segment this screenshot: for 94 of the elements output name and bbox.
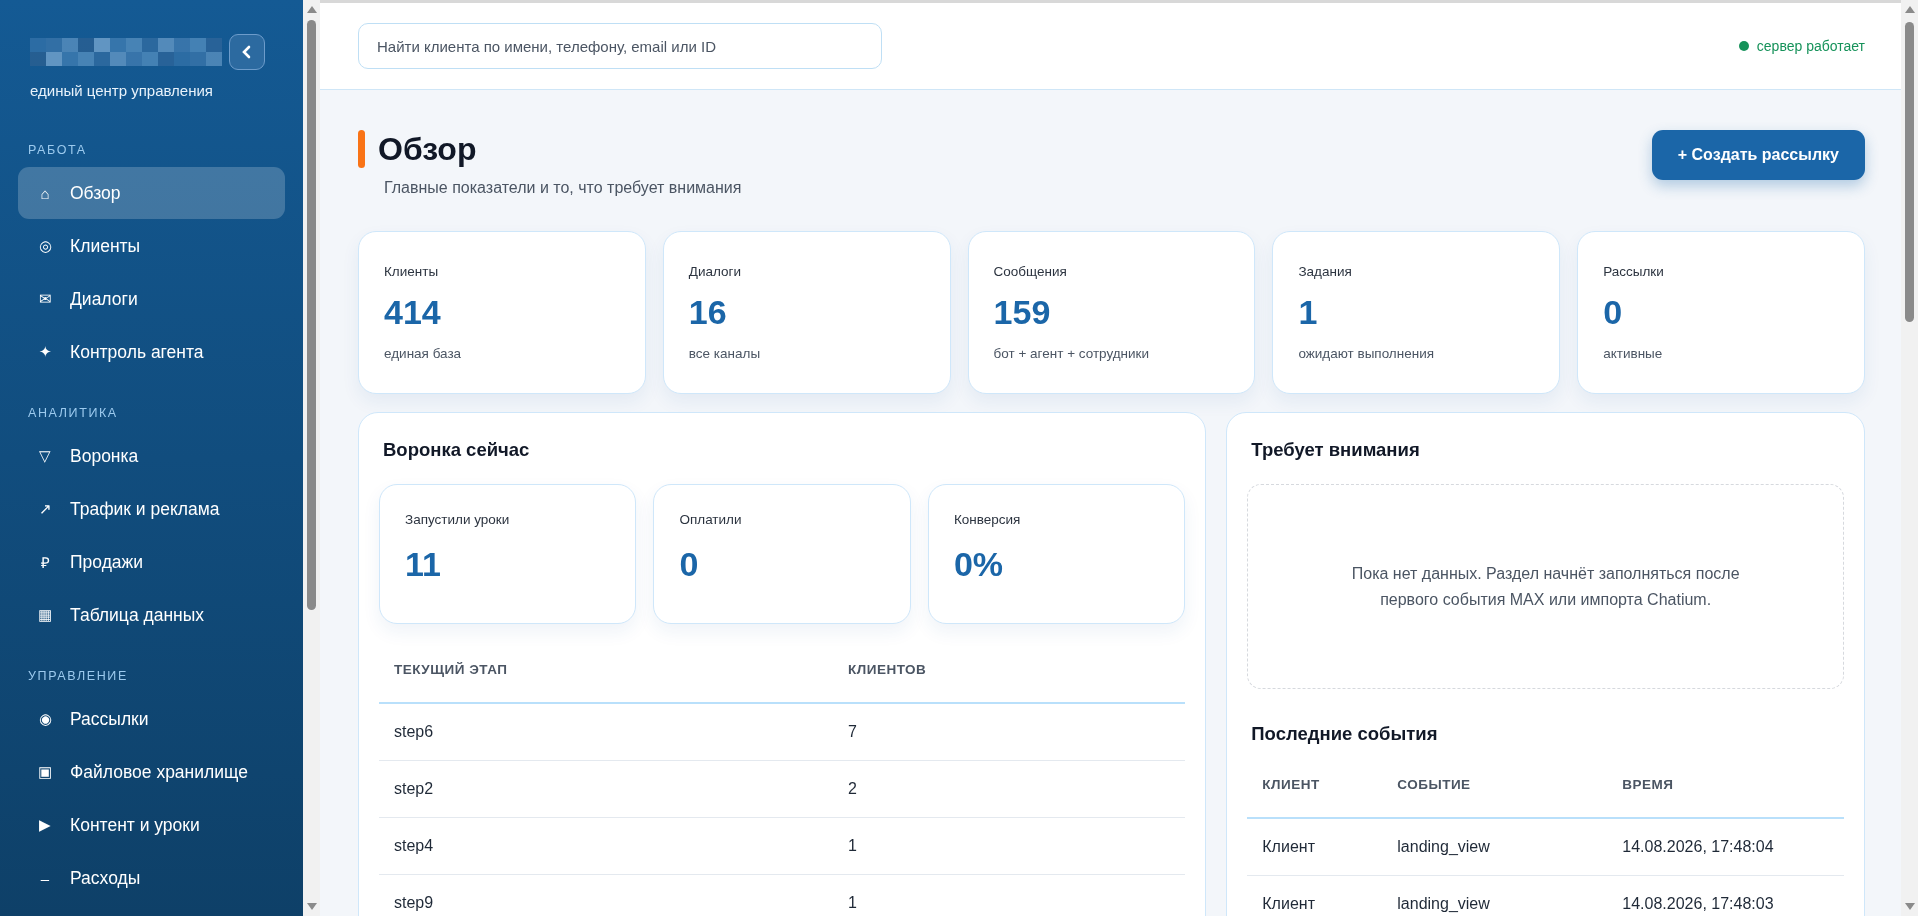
stat-note: бот + агент + сотрудники — [993, 346, 1151, 361]
table-cell-text: step2 — [393, 779, 435, 799]
sidebar-item[interactable]: ₽ Продажи — [18, 536, 285, 588]
panel-title: Последние события — [1251, 723, 1439, 745]
section-label: УПРАВЛЕНИЕ — [27, 669, 129, 683]
nav-icon: ₽ — [36, 552, 54, 572]
table-cell-text: 14.08.2026, 17:48:04 — [1621, 837, 1775, 857]
stat-value: 1 — [1298, 293, 1319, 332]
stat-note: ожидают выполнения — [1298, 346, 1435, 361]
section-label: АНАЛИТИКА — [27, 406, 119, 420]
table-cell-text: step6 — [393, 722, 435, 742]
table-cell-text: step9 — [393, 893, 435, 913]
nav-icon: ✉ — [36, 290, 54, 308]
stat-label: Конверсия — [953, 512, 1022, 527]
stat-value: 0 — [679, 545, 700, 584]
sidebar-item[interactable]: ▣ Файловое хранилище — [18, 746, 285, 798]
nav-label: Продажи — [70, 551, 144, 573]
nav-label: Контент и уроки — [70, 814, 200, 836]
sidebar-item[interactable]: ↗ Трафик и реклама — [18, 483, 285, 535]
nav-label: Обзор — [70, 182, 121, 204]
sidebar-item[interactable]: ▽ Воронка — [18, 430, 285, 482]
stat-label: Запустили уроки — [405, 512, 511, 527]
table-cell-text: Клиент — [1261, 894, 1316, 914]
nav-label: Рассылки — [70, 708, 149, 730]
column-header: КЛИЕНТ — [1261, 776, 1321, 792]
column-header: ТЕКУЩИЙ ЭТАП — [393, 661, 509, 677]
search-field[interactable]: Найти клиента по имени, телефону, email или ID — [358, 23, 882, 69]
nav-icon: ▽ — [36, 447, 54, 465]
nav-label: Трафик и реклама — [70, 498, 220, 520]
sidebar-item[interactable]: ✦ Контроль агента — [18, 326, 285, 378]
status-text: сервер работает — [1756, 38, 1865, 54]
nav-icon: ◎ — [36, 237, 54, 255]
stat-value: 414 — [384, 293, 442, 332]
nav-label: Воронка — [70, 445, 139, 467]
table-cell-text: 14.08.2026, 17:48:03 — [1621, 894, 1775, 914]
accent-bar — [358, 130, 365, 168]
create-mailing-button[interactable]: + Создать рассылку — [1651, 130, 1865, 180]
nav-icon: ⌂ — [36, 184, 54, 202]
nav-icon: ▦ — [36, 606, 54, 624]
nav-label: Контроль агента — [70, 341, 204, 363]
stat-note: единая база — [384, 346, 463, 361]
table-cell-text: landing_view — [1396, 837, 1491, 857]
stat-value: 159 — [993, 293, 1052, 332]
collapse-button[interactable] — [229, 34, 265, 70]
table-cell-text: Клиент — [1261, 837, 1316, 857]
panel-title: Требует внимания — [1251, 439, 1421, 461]
page-title: Обзор — [378, 130, 477, 168]
chevron-left-icon — [241, 45, 253, 59]
table-cell-text: 7 — [847, 722, 858, 742]
scrollbar[interactable] — [303, 0, 320, 916]
empty-message: Пока нет данных. Раздел начнёт заполняться после первого события MAX или импорта Chatium. — [1350, 563, 1741, 610]
table-cell-text: landing_view — [1396, 894, 1491, 914]
stat-label: Сообщения — [993, 264, 1068, 279]
stat-value: 11 — [405, 545, 442, 584]
sidebar-item[interactable]: ▦ Таблица данных — [18, 589, 285, 641]
stat-note: активные — [1603, 346, 1664, 361]
sidebar-item[interactable]: ✉ Диалоги — [18, 273, 285, 325]
sidebar-item[interactable]: ▶ Контент и уроки — [18, 799, 285, 851]
nav-icon: ↗ — [36, 500, 54, 518]
section-label: РАБОТА — [27, 143, 88, 157]
stat-value: 0 — [1603, 293, 1624, 332]
stat-label: Клиенты — [384, 264, 440, 279]
table-cell-text: step4 — [393, 836, 435, 856]
column-header: КЛИЕНТОВ — [847, 661, 928, 677]
stat-value: 0% — [953, 545, 1004, 584]
sidebar-item[interactable]: ⌂ Обзор — [18, 167, 285, 219]
scrollbar[interactable] — [1901, 0, 1918, 916]
page-subtitle: Главные показатели и то, что требует внимания — [384, 179, 742, 197]
nav-label: Клиенты — [70, 235, 141, 257]
sidebar-item[interactable]: – Расходы — [18, 852, 285, 904]
table-cell-text: 1 — [847, 836, 858, 856]
nav-icon: ▣ — [36, 763, 54, 781]
column-header: СОБЫТИЕ — [1396, 776, 1472, 792]
table-cell-text: 2 — [847, 779, 858, 799]
nav-icon: ✦ — [36, 343, 54, 361]
nav-label: Таблица данных — [70, 604, 205, 626]
table-cell-text: 1 — [847, 893, 858, 913]
nav-icon: ◉ — [36, 710, 54, 728]
stat-value: 16 — [688, 293, 728, 332]
nav-label: Расходы — [70, 867, 141, 889]
stat-note: все каналы — [688, 346, 762, 361]
sidebar-item[interactable]: ◉ Рассылки — [18, 693, 285, 745]
nav-icon: – — [36, 869, 54, 887]
nav-icon: ▶ — [36, 816, 54, 834]
column-header: ВРЕМЯ — [1621, 776, 1675, 792]
stat-label: Задания — [1298, 264, 1353, 279]
nav-label: Диалоги — [70, 288, 138, 310]
panel-title: Воронка сейчас — [383, 439, 531, 461]
sidebar-item[interactable]: ◎ Клиенты — [18, 220, 285, 272]
stat-label: Рассылки — [1603, 264, 1665, 279]
app-subtitle: единый центр управления — [29, 81, 214, 99]
stat-label: Диалоги — [688, 264, 742, 279]
stat-label: Оплатили — [679, 512, 743, 527]
nav-label: Файловое хранилище — [70, 761, 248, 783]
